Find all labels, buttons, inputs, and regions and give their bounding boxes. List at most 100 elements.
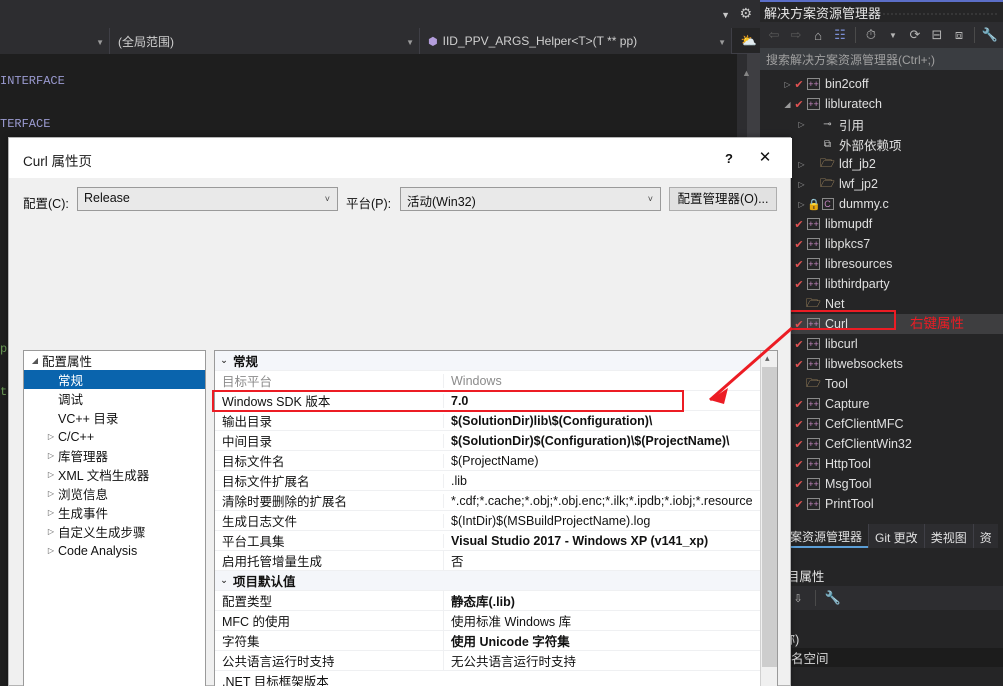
scroll-up-icon[interactable]: ▲ [742, 68, 751, 78]
property-grid-row[interactable]: .NET 目标框架版本 [215, 671, 761, 686]
chevron-down-icon[interactable]: ⌄ [215, 575, 233, 586]
property-grid-row[interactable]: 字符集 使用 Unicode 字符集 [215, 631, 761, 651]
dialog-nav-item[interactable]: ▷ XML 文档生成器 [24, 465, 205, 484]
collapse-triangle-icon[interactable]: ◢ [28, 356, 42, 365]
solution-tree-node[interactable]: ▷✔++CefClientWin32 [760, 434, 1003, 454]
back-icon[interactable]: ⇦ [764, 25, 784, 45]
property-value[interactable]: 否 [443, 551, 761, 570]
solution-tree-node[interactable]: ▷✔++libresources [760, 254, 1003, 274]
solution-tree-node[interactable]: ▷✔++libcurl [760, 334, 1003, 354]
solution-tree-node[interactable]: ▷✔++libwebsockets [760, 354, 1003, 374]
solution-tree[interactable]: ▷ ✔ ++ bin2coff ◢ ✔ ++ libluratech ▷ ⊸ 引用 ⧉ 外部依赖项 ▷ 🗁 l… [760, 74, 1003, 510]
config-combo[interactable]: Release ˅ [77, 187, 338, 211]
dialog-nav-item[interactable]: ◢ 配置属性 [24, 351, 205, 370]
panel-tab[interactable]: 资 [972, 524, 998, 548]
expand-triangle-icon[interactable]: ▷ [796, 120, 807, 129]
property-value[interactable]: 使用 Unicode 字符集 [443, 631, 761, 650]
solution-tree-node[interactable]: ▷✔++libthirdparty [760, 274, 1003, 294]
solution-tree-node[interactable]: 🗁 Net [760, 294, 1003, 314]
scrollbar-thumb[interactable] [762, 367, 777, 667]
property-grid-category-row[interactable]: ⌄ 常规 [215, 351, 761, 371]
property-value[interactable]: Visual Studio 2017 - Windows XP (v141_xp… [443, 533, 761, 548]
property-grid-row[interactable]: MFC 的使用 使用标准 Windows 库 [215, 611, 761, 631]
property-value[interactable]: Windows [443, 373, 761, 388]
properties-subject-combo[interactable]: rl 项目属性 [760, 566, 1003, 586]
expand-triangle-icon[interactable]: ▷ [44, 489, 58, 498]
gear-icon[interactable]: ⚙ [739, 6, 752, 20]
close-icon[interactable]: ✕ [752, 147, 778, 169]
property-value[interactable]: $(ProjectName) [443, 453, 761, 468]
refresh-icon[interactable]: ⟳ [905, 25, 925, 45]
property-value[interactable]: 无公共语言运行时支持 [443, 651, 761, 670]
property-grid-row[interactable]: 配置类型 静态库(.lib) [215, 591, 761, 611]
property-grid-row[interactable]: 清除时要删除的扩展名 *.cdf;*.cache;*.obj;*.obj.enc;… [215, 491, 761, 511]
dialog-nav-item[interactable]: 常规 [24, 370, 205, 389]
expand-triangle-icon[interactable]: ▷ [782, 80, 793, 89]
property-grid-row[interactable]: 平台工具集 Visual Studio 2017 - Windows XP (v1… [215, 531, 761, 551]
property-value[interactable]: $(IntDir)$(MSBuildProjectName).log [443, 513, 761, 528]
chevron-down-icon[interactable]: ▼ [883, 25, 903, 45]
project-combo[interactable]: ▼ [0, 28, 110, 54]
solution-tree-node[interactable]: ▷ 🔒 Cdummy.c [760, 194, 1003, 214]
property-value[interactable]: 7.0 [443, 393, 761, 408]
alphabetical-sort-icon[interactable]: ⇩ [788, 588, 808, 608]
chevron-down-icon[interactable]: ⌄ [215, 355, 233, 366]
sync-with-active-document-icon[interactable]: ☷ [830, 25, 850, 45]
collapse-all-icon[interactable]: ⊟ [927, 25, 947, 45]
scroll-up-icon[interactable]: ▴ [765, 353, 770, 364]
expand-triangle-icon[interactable]: ▷ [44, 451, 58, 460]
property-value[interactable]: .lib [443, 473, 761, 488]
property-value[interactable]: *.cdf;*.cache;*.obj;*.obj.enc;*.ilk;*.ip… [443, 493, 761, 508]
dialog-nav-item[interactable]: ▷ 自定义生成步骤 [24, 522, 205, 541]
solution-explorer-tabstrip[interactable]: 决方案资源管理器 Git 更改 类视图资 [760, 524, 1003, 548]
property-value[interactable]: 使用标准 Windows 库 [443, 611, 761, 630]
dialog-nav-item[interactable]: ▷ 生成事件 [24, 503, 205, 522]
properties-wrench-icon[interactable]: 🔧 [980, 25, 1000, 45]
dialog-nav-item[interactable]: 调试 [24, 389, 205, 408]
property-pages-wrench-icon[interactable]: 🔧 [823, 588, 843, 608]
property-grid-row[interactable]: 启用托管增量生成 否 [215, 551, 761, 571]
scope-combo[interactable]: (全局范围) ▼ [110, 28, 420, 54]
expand-triangle-icon[interactable]: ▷ [796, 160, 807, 169]
property-grid-category-row[interactable]: ⌄ 项目默认值 [215, 571, 761, 591]
property-grid[interactable]: ⌄ 常规 目标平台 Windows Windows SDK 版本 7.0 输出目录 $(Sol… [214, 350, 778, 686]
property-grid-row[interactable]: 输出目录 $(SolutionDir)lib\$(Configuration)\ [215, 411, 761, 431]
property-grid-row[interactable]: 目标平台 Windows [215, 371, 761, 391]
pending-changes-filter-icon[interactable]: ⏱ [861, 25, 881, 45]
property-grid-row[interactable]: 公共语言运行时支持 无公共语言运行时支持 [215, 651, 761, 671]
property-grid-row[interactable]: 生成日志文件 $(IntDir)$(MSBuildProjectName).log [215, 511, 761, 531]
show-all-files-icon[interactable]: ⧈ [949, 25, 969, 45]
property-row-root-namespace[interactable]: 根命名空间 [760, 648, 1003, 667]
solution-tree-node[interactable]: ▷✔++libpkcs7 [760, 234, 1003, 254]
expand-triangle-icon[interactable]: ▷ [796, 180, 807, 189]
dialog-nav-item[interactable]: ▷ Code Analysis [24, 541, 205, 560]
solution-explorer-search-input[interactable]: 搜索解决方案资源管理器(Ctrl+;) [760, 48, 1003, 70]
property-value[interactable]: $(SolutionDir)lib\$(Configuration)\ [443, 413, 761, 428]
property-value[interactable]: 静态库(.lib) [443, 591, 761, 610]
home-icon[interactable]: ⌂ [808, 25, 828, 45]
property-grid-row[interactable]: 中间目录 $(SolutionDir)$(Configuration)\$(Pro… [215, 431, 761, 451]
property-grid-row[interactable]: 目标文件扩展名 .lib [215, 471, 761, 491]
solution-tree-node[interactable]: 🗁 Tool [760, 374, 1003, 394]
chevron-down-icon[interactable]: ▼ [721, 10, 730, 20]
solution-tree-node[interactable]: ▷ 🗁 ldf_jb2 [760, 154, 1003, 174]
solution-tree-node[interactable]: ▷✔++HttpTool [760, 454, 1003, 474]
expand-triangle-icon[interactable]: ▷ [796, 200, 807, 209]
expand-triangle-icon[interactable]: ▷ [44, 470, 58, 479]
solution-tree-node[interactable]: ▷✔++PrintTool [760, 494, 1003, 510]
collapse-triangle-icon[interactable]: ◢ [782, 100, 793, 109]
property-row-name[interactable]: (名称) [760, 629, 1003, 648]
platform-combo[interactable]: 活动(Win32) ˅ [400, 187, 661, 211]
panel-tab[interactable]: Git 更改 [868, 524, 924, 548]
solution-tree-node[interactable]: ▷ ✔ ++ bin2coff [760, 74, 1003, 94]
dialog-nav-item[interactable]: VC++ 目录 [24, 408, 205, 427]
split-editor-icon[interactable]: ⛅ [740, 28, 758, 54]
property-grid-row[interactable]: Windows SDK 版本 7.0 [215, 391, 761, 411]
dialog-title-bar[interactable]: Curl 属性页 ? ✕ [9, 138, 792, 178]
member-combo[interactable]: ⬢ IID_PPV_ARGS_Helper<T>(T ** pp) ▼ [420, 28, 732, 54]
solution-tree-node[interactable]: ▷ ⊸ 引用 [760, 114, 1003, 134]
expand-triangle-icon[interactable]: ▷ [44, 432, 58, 441]
dialog-nav-item[interactable]: ▷ C/C++ [24, 427, 205, 446]
expand-triangle-icon[interactable]: ▷ [44, 508, 58, 517]
solution-tree-node[interactable]: ▷✔++Curl [760, 314, 1003, 334]
